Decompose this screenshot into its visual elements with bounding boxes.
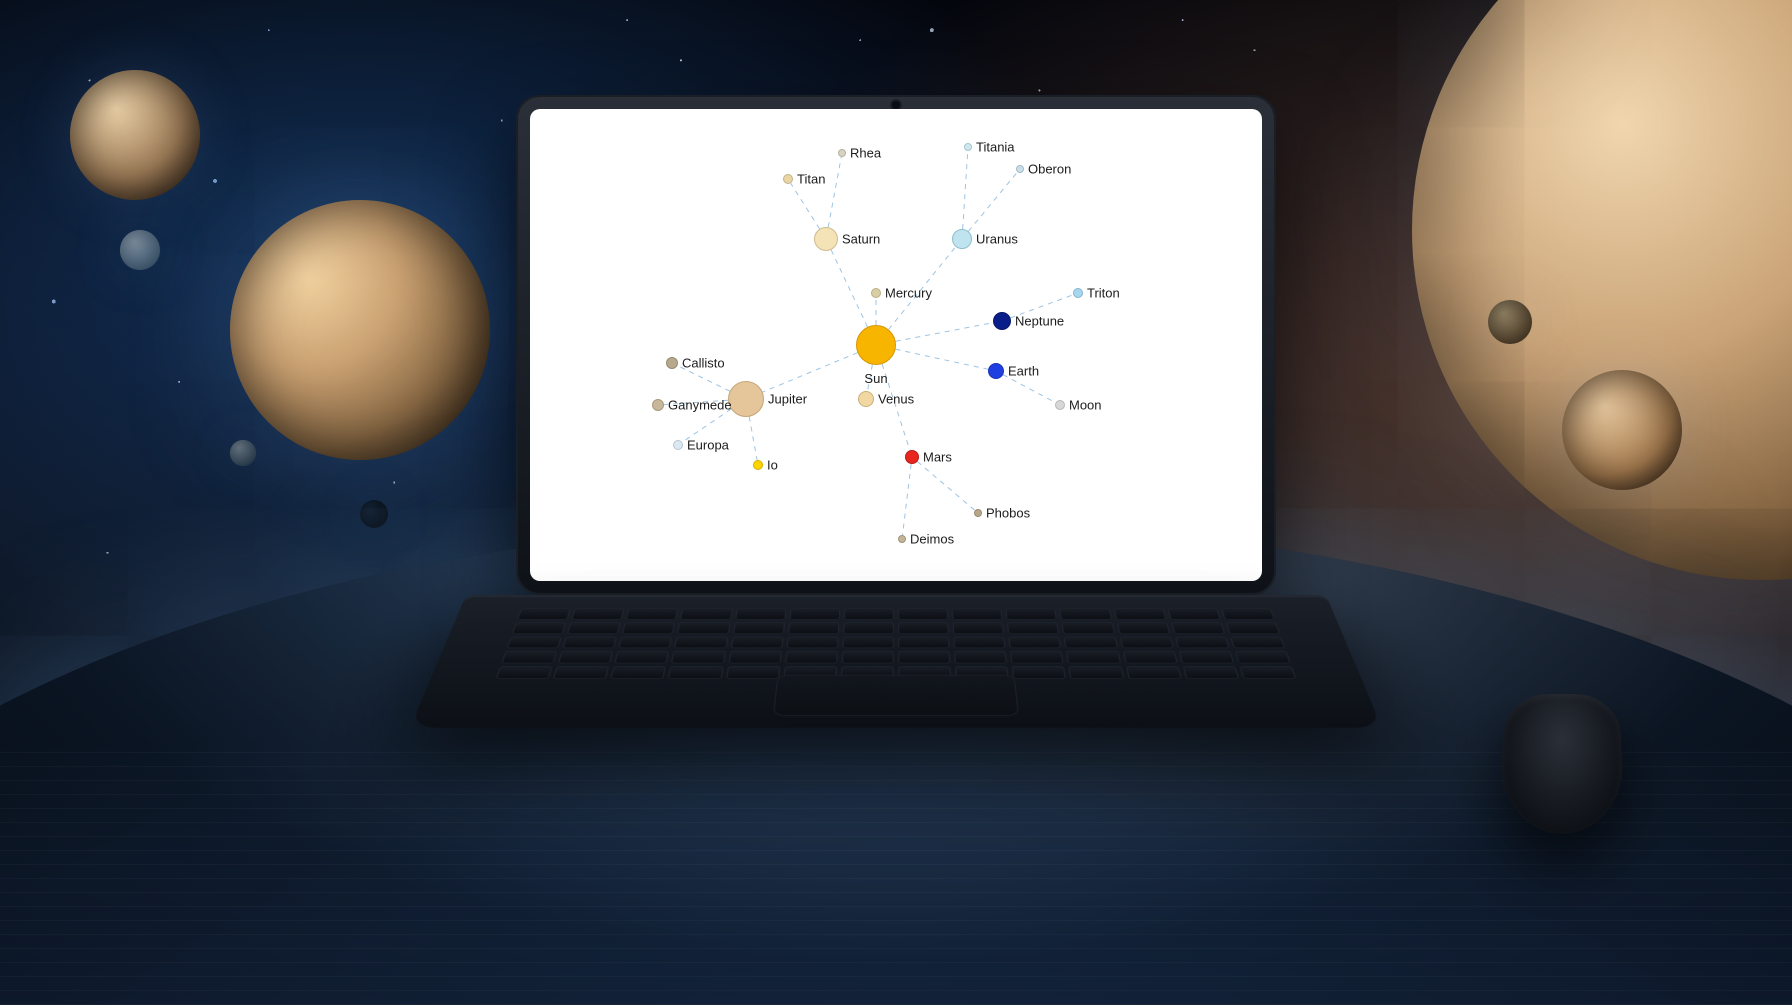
edge-mars-phobos bbox=[917, 462, 975, 511]
node-label-titan: Titan bbox=[797, 172, 825, 187]
node-label-triton: Triton bbox=[1087, 286, 1120, 301]
edge-uranus-oberon bbox=[968, 172, 1017, 231]
laptop: Sun Mercury Venus Earth Moon Mars Phobos Deimos… bbox=[516, 95, 1276, 795]
bg-planet-jovian-left bbox=[230, 200, 490, 460]
node-dot-oberon[interactable] bbox=[1016, 165, 1024, 173]
node-dot-europa[interactable] bbox=[673, 440, 683, 450]
edge-earth-moon bbox=[1003, 375, 1056, 403]
node-label-rhea: Rhea bbox=[850, 146, 881, 161]
node-label-titania: Titania bbox=[976, 139, 1015, 154]
bg-planet-large-right bbox=[1412, 0, 1792, 580]
node-label-mercury: Mercury bbox=[885, 286, 932, 301]
edge-jupiter-io bbox=[749, 417, 757, 460]
laptop-lid: Sun Mercury Venus Earth Moon Mars Phobos Deimos… bbox=[516, 95, 1276, 595]
node-label-europa: Europa bbox=[687, 438, 729, 453]
node-dot-mercury[interactable] bbox=[871, 288, 881, 298]
keyboard bbox=[495, 608, 1296, 679]
node-label-callisto: Callisto bbox=[682, 356, 725, 371]
node-dot-moon[interactable] bbox=[1055, 400, 1065, 410]
node-dot-uranus[interactable] bbox=[952, 229, 972, 249]
node-dot-venus[interactable] bbox=[858, 391, 874, 407]
node-label-earth: Earth bbox=[1008, 364, 1039, 379]
node-label-venus: Venus bbox=[878, 392, 914, 407]
node-dot-triton[interactable] bbox=[1073, 288, 1083, 298]
node-dot-callisto[interactable] bbox=[666, 357, 678, 369]
edge-uranus-titania bbox=[963, 151, 968, 229]
edge-sun-earth bbox=[896, 349, 989, 369]
node-dot-phobos[interactable] bbox=[974, 509, 982, 517]
solar-system-graph[interactable]: Sun Mercury Venus Earth Moon Mars Phobos Deimos… bbox=[530, 109, 1262, 581]
node-label-neptune: Neptune bbox=[1015, 314, 1064, 329]
graph-edges bbox=[530, 109, 1262, 581]
node-label-oberon: Oberon bbox=[1028, 162, 1071, 177]
node-dot-jupiter[interactable] bbox=[728, 381, 764, 417]
node-dot-titan[interactable] bbox=[783, 174, 793, 184]
node-label-phobos: Phobos bbox=[986, 506, 1030, 521]
node-dot-rhea[interactable] bbox=[838, 149, 846, 157]
edge-saturn-rhea bbox=[828, 157, 841, 227]
node-label-sun: Sun bbox=[864, 371, 887, 386]
node-dot-titania[interactable] bbox=[964, 143, 972, 151]
node-dot-mars[interactable] bbox=[905, 450, 919, 464]
node-dot-deimos[interactable] bbox=[898, 535, 906, 543]
node-label-jupiter: Jupiter bbox=[768, 392, 807, 407]
node-dot-ganymede[interactable] bbox=[652, 399, 664, 411]
edge-sun-saturn bbox=[831, 250, 867, 327]
laptop-deck bbox=[410, 595, 1382, 728]
node-dot-earth[interactable] bbox=[988, 363, 1004, 379]
laptop-screen: Sun Mercury Venus Earth Moon Mars Phobos Deimos… bbox=[530, 109, 1262, 581]
bg-planet-small-3 bbox=[360, 500, 388, 528]
node-label-ganymede: Ganymede bbox=[668, 398, 732, 413]
edge-saturn-titan bbox=[791, 183, 820, 229]
node-label-deimos: Deimos bbox=[910, 532, 954, 547]
node-label-uranus: Uranus bbox=[976, 232, 1018, 247]
trackpad[interactable] bbox=[773, 675, 1019, 716]
node-dot-io[interactable] bbox=[753, 460, 763, 470]
edge-mars-deimos bbox=[902, 464, 911, 535]
bg-planet-right-small bbox=[1488, 300, 1532, 344]
node-label-saturn: Saturn bbox=[842, 232, 880, 247]
node-dot-saturn[interactable] bbox=[814, 227, 838, 251]
webcam-icon bbox=[892, 101, 900, 109]
bg-planet-small-1 bbox=[120, 230, 160, 270]
bg-planet-top-left bbox=[70, 70, 200, 200]
node-label-moon: Moon bbox=[1069, 398, 1102, 413]
bg-planet-right-mid bbox=[1562, 370, 1682, 490]
scene-space-background: Sun Mercury Venus Earth Moon Mars Phobos Deimos… bbox=[0, 0, 1792, 1005]
node-dot-neptune[interactable] bbox=[993, 312, 1011, 330]
node-dot-sun[interactable] bbox=[856, 325, 896, 365]
bg-planet-small-2 bbox=[230, 440, 256, 466]
node-label-mars: Mars bbox=[923, 450, 952, 465]
edge-sun-neptune bbox=[896, 323, 994, 342]
edge-sun-jupiter bbox=[763, 353, 858, 392]
node-label-io: Io bbox=[767, 458, 778, 473]
